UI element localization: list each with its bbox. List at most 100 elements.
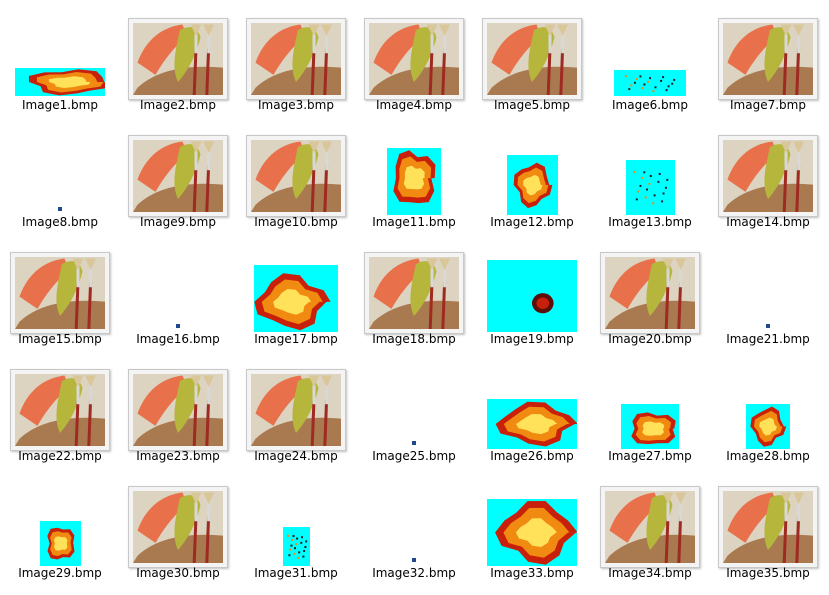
file-name-label: Image2.bmp [140,98,216,112]
file-item[interactable]: Image5.bmp [473,10,591,127]
file-thumbnail-area [1,478,119,568]
file-thumbnail-grid: Image1.bmp Image2.bmp Image3.bmp Image4.bmp… [0,0,829,585]
file-item[interactable]: Image11.bmp [355,127,473,244]
image-preview-thumbnail [246,369,346,451]
file-item[interactable]: Image15.bmp [1,244,119,361]
file-name-label: Image28.bmp [726,449,810,463]
tiny-image-thumbnail [176,324,180,328]
image-preview-thumbnail [387,148,441,215]
file-thumbnail-area [709,10,827,100]
file-item[interactable]: Image23.bmp [119,361,237,478]
file-name-label: Image33.bmp [490,566,574,580]
file-item[interactable]: Image7.bmp [709,10,827,127]
file-thumbnail-area [591,244,709,334]
file-name-label: Image10.bmp [254,215,338,229]
file-name-label: Image17.bmp [254,332,338,346]
file-item[interactable]: Image31.bmp [237,478,355,595]
file-item[interactable]: Image19.bmp [473,244,591,361]
file-name-label: Image18.bmp [372,332,456,346]
file-thumbnail-area [709,244,827,334]
file-name-label: Image23.bmp [136,449,220,463]
file-item[interactable]: Image17.bmp [237,244,355,361]
file-thumbnail-area [1,361,119,451]
file-item[interactable]: Image4.bmp [355,10,473,127]
file-name-label: Image8.bmp [22,215,98,229]
file-thumbnail-area [709,361,827,451]
file-item[interactable]: Image10.bmp [237,127,355,244]
file-name-label: Image3.bmp [258,98,334,112]
file-item[interactable]: Image26.bmp [473,361,591,478]
file-item[interactable]: Image12.bmp [473,127,591,244]
file-item[interactable]: Image8.bmp [1,127,119,244]
file-name-label: Image7.bmp [730,98,806,112]
file-thumbnail-area [591,478,709,568]
file-thumbnail-area [473,10,591,100]
image-preview-thumbnail [128,135,228,217]
file-name-label: Image13.bmp [608,215,692,229]
file-item[interactable]: Image22.bmp [1,361,119,478]
file-item[interactable]: Image27.bmp [591,361,709,478]
image-preview-thumbnail [246,135,346,217]
image-preview-thumbnail [600,252,700,334]
file-thumbnail-area [237,244,355,334]
file-item[interactable]: Image13.bmp [591,127,709,244]
file-thumbnail-area [355,244,473,334]
file-thumbnail-area [237,478,355,568]
file-name-label: Image27.bmp [608,449,692,463]
image-preview-thumbnail [364,18,464,100]
file-item[interactable]: Image34.bmp [591,478,709,595]
file-thumbnail-area [1,127,119,217]
file-item[interactable]: Image30.bmp [119,478,237,595]
file-name-label: Image24.bmp [254,449,338,463]
file-item[interactable]: Image29.bmp [1,478,119,595]
image-preview-thumbnail [482,18,582,100]
file-item[interactable]: Image33.bmp [473,478,591,595]
file-thumbnail-area [709,478,827,568]
file-thumbnail-area [473,127,591,217]
file-thumbnail-area [119,127,237,217]
file-thumbnail-area [709,127,827,217]
file-thumbnail-area [591,361,709,451]
file-item[interactable]: Image25.bmp [355,361,473,478]
file-name-label: Image9.bmp [140,215,216,229]
file-name-label: Image16.bmp [136,332,220,346]
file-item[interactable]: Image20.bmp [591,244,709,361]
file-item[interactable]: Image35.bmp [709,478,827,595]
image-preview-thumbnail [254,265,338,332]
image-preview-thumbnail [487,399,577,449]
file-item[interactable]: Image14.bmp [709,127,827,244]
file-item[interactable]: Image1.bmp [1,10,119,127]
image-preview-thumbnail [128,369,228,451]
image-preview-thumbnail [506,155,558,215]
file-item[interactable]: Image32.bmp [355,478,473,595]
file-thumbnail-area [237,361,355,451]
file-item[interactable]: Image9.bmp [119,127,237,244]
file-name-label: Image5.bmp [494,98,570,112]
file-item[interactable]: Image16.bmp [119,244,237,361]
file-name-label: Image14.bmp [726,215,810,229]
image-preview-thumbnail [600,486,700,568]
file-name-label: Image22.bmp [18,449,102,463]
file-thumbnail-area [355,127,473,217]
file-thumbnail-area [355,361,473,451]
file-name-label: Image6.bmp [612,98,688,112]
file-name-label: Image26.bmp [490,449,574,463]
file-item[interactable]: Image24.bmp [237,361,355,478]
file-item[interactable]: Image21.bmp [709,244,827,361]
file-item[interactable]: Image3.bmp [237,10,355,127]
tiny-image-thumbnail [766,324,770,328]
image-preview-thumbnail [128,486,228,568]
file-item[interactable]: Image2.bmp [119,10,237,127]
file-name-label: Image12.bmp [490,215,574,229]
file-item[interactable]: Image18.bmp [355,244,473,361]
file-name-label: Image11.bmp [372,215,456,229]
file-name-label: Image15.bmp [18,332,102,346]
file-item[interactable]: Image6.bmp [591,10,709,127]
file-name-label: Image25.bmp [372,449,456,463]
image-preview-thumbnail [10,252,110,334]
image-preview-thumbnail [718,18,818,100]
file-name-label: Image20.bmp [608,332,692,346]
file-thumbnail-area [591,10,709,100]
file-item[interactable]: Image28.bmp [709,361,827,478]
file-name-label: Image31.bmp [254,566,338,580]
